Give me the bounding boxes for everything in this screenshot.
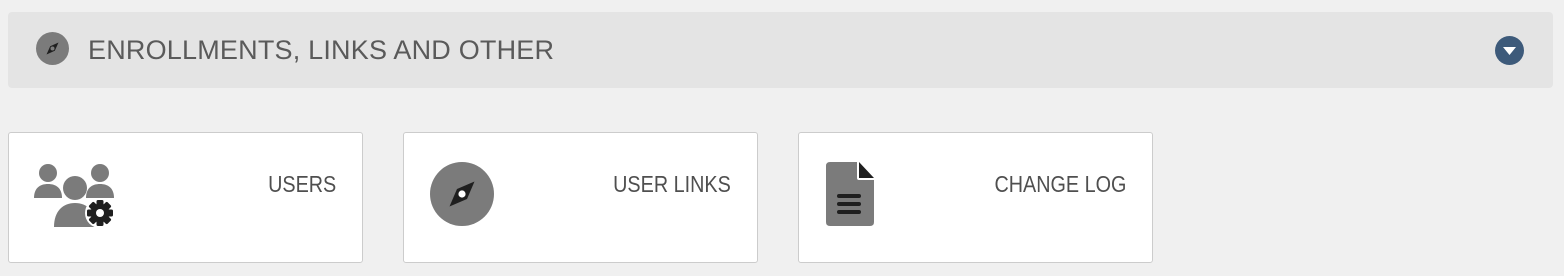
tile-label-user-links: USER LINKS (613, 171, 731, 197)
chevron-down-circle-icon[interactable] (1495, 36, 1524, 65)
document-icon (825, 162, 875, 227)
compass-icon (430, 162, 494, 226)
section-header-enrollments[interactable]: ENROLLMENTS, LINKS AND OTHER (8, 12, 1553, 88)
tile-change-log[interactable]: CHANGE LOG (798, 132, 1153, 263)
tile-users[interactable]: USERS (8, 132, 363, 263)
tile-label-users: USERS (267, 171, 336, 197)
users-gear-icon (34, 161, 116, 229)
tile-label-change-log: CHANGE LOG (994, 171, 1126, 197)
section-title: ENROLLMENTS, LINKS AND OTHER (88, 35, 555, 65)
compass-icon (36, 32, 69, 65)
tile-user-links[interactable]: USER LINKS (403, 132, 758, 263)
